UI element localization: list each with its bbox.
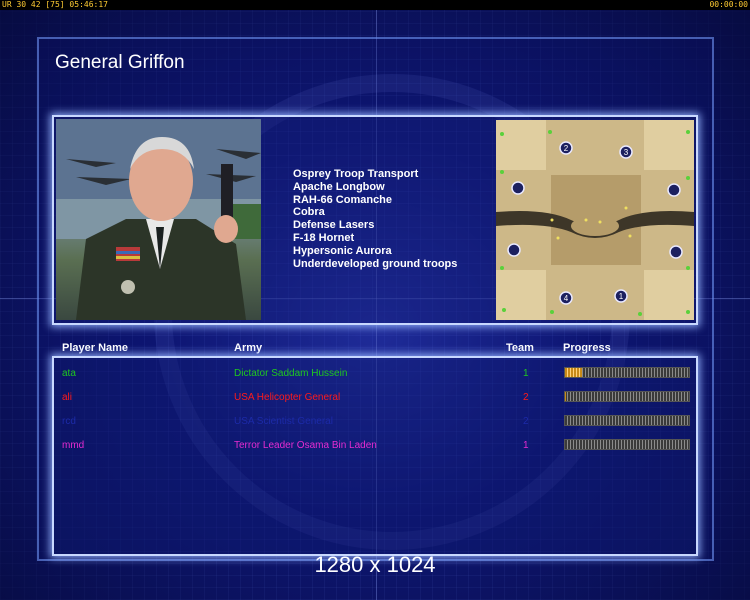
- unit-item: RAH-66 Comanche: [293, 193, 393, 206]
- progress-bar: [564, 415, 690, 426]
- debug-topbar: UR 30 42 [75] 05:46:17 00:00:00: [0, 0, 750, 10]
- player-team: 2: [523, 392, 529, 403]
- player-team: 1: [523, 440, 529, 451]
- general-title: General Griffon: [55, 52, 185, 73]
- progress-bar: [564, 367, 690, 378]
- player-name: ali: [62, 392, 73, 403]
- player-row: mmd Terror Leader Osama Bin Laden 1: [0, 439, 750, 462]
- unit-item: Hypersonic Aurora: [293, 244, 392, 257]
- player-row: ata Dictator Saddam Hussein 1: [0, 367, 750, 390]
- unit-item: Osprey Troop Transport: [293, 168, 419, 180]
- header-team: Team: [506, 342, 534, 354]
- minimap-start-2: 2: [564, 144, 569, 153]
- progress-fill: [565, 368, 583, 377]
- minimap-image: 2 3 4 1: [496, 120, 694, 320]
- progress-bar: [564, 391, 690, 402]
- player-row: ali USA Helicopter General 2: [0, 391, 750, 414]
- progress-bar: [564, 439, 690, 450]
- player-team: 2: [523, 416, 529, 427]
- unit-list: Osprey Troop Transport Apache Longbow RA…: [293, 168, 457, 270]
- topbar-left-text: UR 30 42 [75] 05:46:17: [2, 0, 108, 9]
- unit-item: Underdeveloped ground troops: [293, 257, 458, 270]
- player-row: rcd USA Scientist General 2: [0, 415, 750, 438]
- minimap: 2 3 4 1: [496, 120, 694, 320]
- header-army: Army: [234, 342, 263, 354]
- player-army: USA Helicopter General: [234, 392, 341, 403]
- unit-item: F-18 Hornet: [293, 231, 355, 244]
- unit-item: Apache Longbow: [293, 180, 385, 193]
- player-name: mmd: [62, 440, 85, 451]
- player-army: USA Scientist General: [234, 416, 333, 427]
- player-team: 1: [523, 368, 529, 379]
- player-name: rcd: [62, 416, 76, 427]
- minimap-start-3: 3: [624, 148, 629, 157]
- player-army: Dictator Saddam Hussein: [234, 368, 348, 379]
- player-army: Terror Leader Osama Bin Laden: [234, 440, 377, 451]
- minimap-start-1: 1: [619, 292, 624, 301]
- resolution-label: 1280 x 1024: [314, 552, 436, 577]
- header-progress: Progress: [563, 342, 611, 354]
- header-player-name: Player Name: [62, 342, 129, 354]
- unit-item: Defense Lasers: [293, 219, 375, 232]
- topbar-clock: 00:00:00: [709, 0, 748, 9]
- general-portrait: [56, 119, 261, 320]
- progress-fill: [565, 392, 567, 401]
- unit-item: Cobra: [293, 206, 325, 219]
- player-name: ata: [62, 368, 76, 379]
- portrait-image: [56, 119, 261, 320]
- minimap-start-4: 4: [564, 294, 569, 303]
